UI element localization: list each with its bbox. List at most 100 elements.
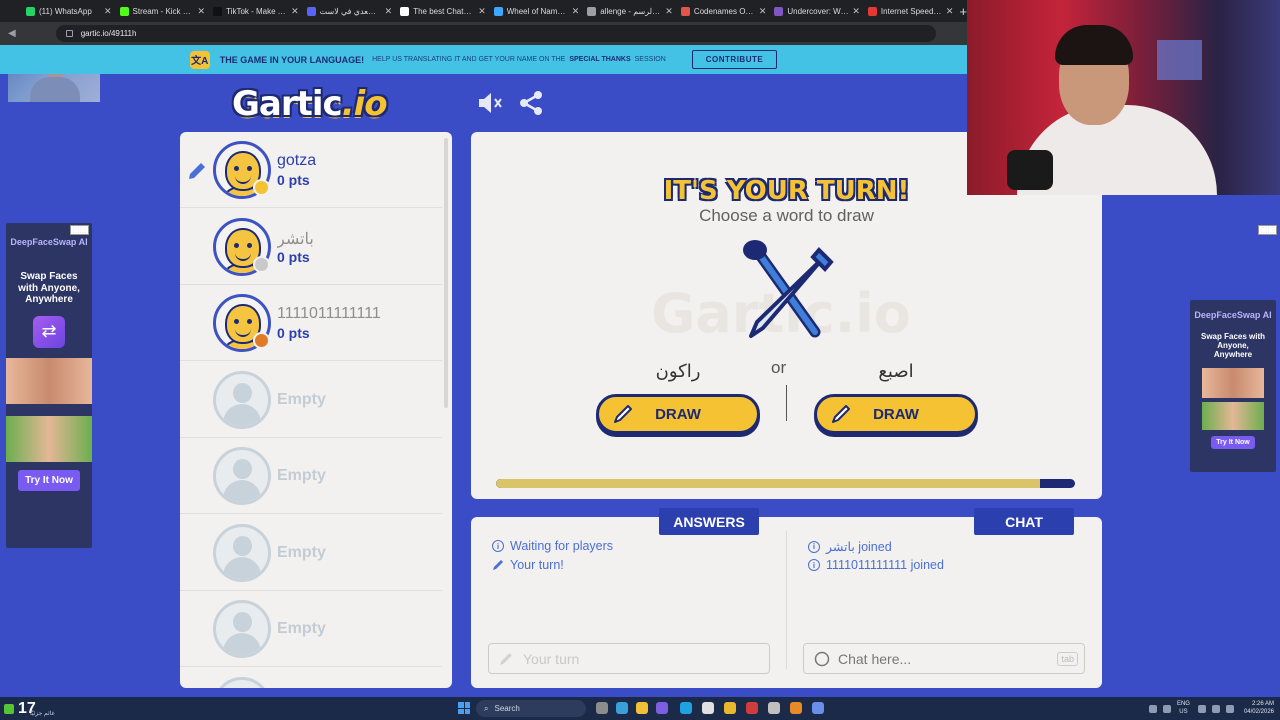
file-explorer-icon[interactable] — [636, 702, 648, 714]
pencil-icon — [500, 652, 512, 665]
language-indicator[interactable]: ENG US — [1177, 701, 1190, 715]
browser-tab[interactable]: Wheel of Names | يا...✕ — [490, 0, 584, 22]
browser-tab-label: Undercover: Word Pa... — [787, 6, 849, 16]
player-row[interactable]: gotza 0 pts — [180, 132, 442, 208]
empty-avatar-icon — [213, 370, 271, 429]
browser-tab[interactable]: (11) WhatsApp ✕ — [22, 0, 116, 22]
chevron-up-icon[interactable] — [1148, 704, 1157, 713]
app-icon[interactable] — [702, 702, 714, 714]
wifi-icon[interactable] — [1197, 704, 1206, 713]
browser-tab-bar: (11) WhatsApp✕Stream - Kick Dashb...✕Tik… — [0, 0, 967, 22]
browser-tab[interactable]: Internet Speed Test |...✕ — [864, 0, 958, 22]
draw-right-button[interactable]: DRAW — [814, 394, 978, 434]
browser-tab-label: Stream - Kick Dashb... — [132, 6, 195, 16]
chat-message-text: باتشر joined — [826, 540, 892, 554]
browser-tab[interactable]: Codenames Online ✕ — [677, 0, 771, 22]
favicon-icon — [493, 6, 503, 16]
ad-badge[interactable]: ⬚⬚ — [1258, 225, 1278, 235]
ad-cta-button[interactable]: Try It Now — [18, 469, 80, 491]
browser-tab-label: Internet Speed Test |... — [880, 6, 943, 16]
status-dot — [253, 255, 270, 273]
back-icon[interactable]: ◀ — [8, 28, 16, 39]
turn-subtitle: Choose a word to draw — [699, 206, 874, 225]
empty-player-slot: Empty — [180, 362, 442, 438]
answers-message: Your turn! — [492, 558, 564, 572]
answers-message-text: Your turn! — [510, 558, 564, 572]
close-icon[interactable]: ✕ — [852, 6, 860, 17]
lang-top: ENG — [1176, 701, 1190, 708]
start-icon[interactable] — [458, 702, 470, 714]
task-view-icon[interactable] — [596, 702, 608, 714]
chat-tab[interactable]: CHAT — [974, 508, 1074, 535]
site-info-icon[interactable] — [65, 30, 73, 37]
url-field[interactable]: gartic.io/49111h — [55, 25, 936, 42]
empty-player-slot: Empty — [180, 438, 442, 514]
browser-tab[interactable]: The best ChatBot an...✕ — [396, 0, 490, 22]
clock[interactable]: 2:26 AM 04/02/2026 — [1244, 701, 1274, 715]
share-icon[interactable] — [518, 90, 546, 116]
volume-icon[interactable] — [1211, 704, 1220, 713]
app-icon[interactable] — [812, 702, 824, 714]
new-tab-icon[interactable]: + — [959, 4, 967, 19]
close-icon[interactable]: ✕ — [385, 6, 393, 17]
answers-chat-panel: ANSWERS CHAT i Waiting for players Your … — [471, 508, 1102, 688]
search-icon: ⌕ — [484, 703, 489, 713]
chat-input-box[interactable]: tab — [803, 643, 1085, 674]
ad-badge[interactable]: ⬚⬚ — [69, 225, 89, 235]
gartic-logo[interactable]: Gartic.io — [232, 84, 388, 124]
tray-icon[interactable] — [1162, 704, 1171, 713]
chat-bubble-icon — [814, 651, 830, 666]
player-points: 0 pts — [277, 248, 310, 265]
browser-tab[interactable]: Undercover: Word Pa...✕ — [770, 0, 864, 22]
browser-tab[interactable]: Stream - Kick Dashb...✕ — [116, 0, 210, 22]
close-icon[interactable]: ✕ — [478, 6, 486, 17]
player-name: 1111011111111 — [277, 305, 381, 322]
app-icon[interactable] — [616, 702, 628, 714]
answer-input — [523, 650, 723, 667]
close-icon[interactable]: ✕ — [291, 6, 299, 17]
contribute-button[interactable]: CONTRIBUTE — [691, 50, 778, 69]
close-icon[interactable]: ✕ — [198, 6, 206, 17]
info-icon: i — [808, 540, 820, 553]
tab-key-hint: tab — [1057, 652, 1078, 666]
app-icon[interactable] — [656, 702, 668, 714]
pencil-icon — [614, 405, 632, 423]
favicon-icon — [306, 6, 316, 16]
sound-muted-icon[interactable] — [476, 90, 504, 116]
app-icon[interactable] — [790, 702, 802, 714]
chat-input[interactable] — [838, 650, 1038, 667]
browser-tab[interactable]: TikTok - Make Your D...✕ — [209, 0, 303, 22]
browser-tab[interactable]: allenge - تحدي الرسم✕ — [583, 0, 677, 22]
chrome-icon[interactable] — [724, 702, 736, 714]
taskbar-search[interactable]: ⌕ Search — [476, 700, 586, 717]
players-scrollbar[interactable] — [444, 138, 448, 408]
close-icon[interactable]: ✕ — [104, 6, 112, 17]
close-icon[interactable]: ✕ — [572, 6, 580, 17]
empty-slot-label: Empty — [277, 620, 326, 637]
close-icon[interactable]: ✕ — [665, 6, 673, 17]
right-ad[interactable]: DeepFaceSwap AI Swap Faces with Anyone, … — [1190, 300, 1276, 472]
app-icon[interactable] — [746, 702, 758, 714]
close-icon[interactable]: ✕ — [946, 6, 954, 17]
streamer-webcam — [967, 0, 1280, 195]
ad-cta-button[interactable]: Try It Now — [1211, 435, 1255, 449]
battery-icon[interactable] — [1225, 704, 1234, 713]
ad-title: Swap Faces with Anyone, Anywhere — [1200, 332, 1266, 360]
browser-tab[interactable]: الشيخ سعدي في لاست...✕ — [303, 0, 397, 22]
player-points: 0 pts — [277, 325, 310, 341]
empty-slot-label: Empty — [277, 390, 326, 408]
answers-tab[interactable]: ANSWERS — [659, 508, 759, 535]
app-icon[interactable] — [768, 702, 780, 714]
or-label: or — [771, 358, 787, 377]
panel-divider — [786, 531, 787, 669]
player-row[interactable]: 1111011111111 0 pts — [180, 285, 442, 361]
draw-left-button[interactable]: DRAW — [596, 394, 760, 434]
player-row[interactable]: باتشر 0 pts — [180, 209, 442, 285]
ad-image — [6, 357, 92, 404]
clock-date: 04/02/2026 — [1243, 708, 1274, 715]
word-option-right: اصبع — [878, 361, 914, 382]
weather-widget[interactable]: 17 غائم جزئيًا — [4, 697, 55, 720]
left-ad[interactable]: ⬚⬚ DeepFaceSwap AI Swap Faces with Anyon… — [6, 223, 92, 548]
edge-icon[interactable] — [680, 702, 692, 714]
close-icon[interactable]: ✕ — [759, 6, 767, 17]
